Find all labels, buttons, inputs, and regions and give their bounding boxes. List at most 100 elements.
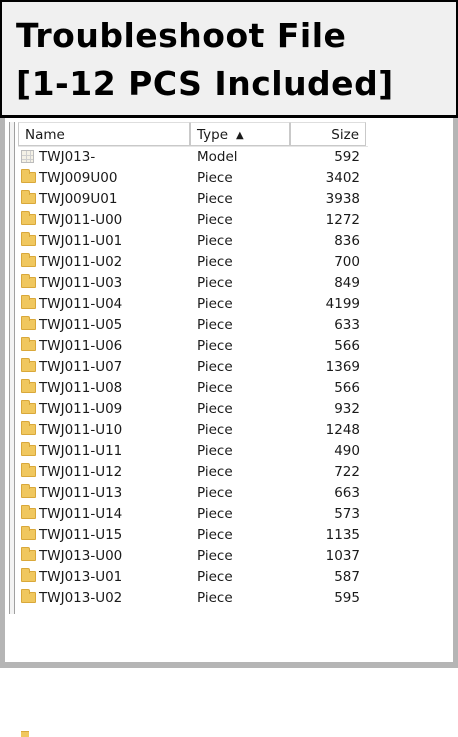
column-header-name[interactable]: Name xyxy=(18,122,190,146)
file-name: TWJ009U00 xyxy=(39,170,118,186)
folder-icon xyxy=(21,379,36,393)
banner-subtitle: [1-12 PCS Included] xyxy=(16,64,394,103)
file-size: 1135 xyxy=(325,527,360,543)
file-row[interactable]: TWJ013- Model 592 xyxy=(18,147,368,168)
file-row[interactable]: TWJ011-U11 Piece 490 xyxy=(18,441,368,462)
file-name: TWJ011-U12 xyxy=(39,464,123,480)
file-row[interactable]: TWJ011-U14 Piece 573 xyxy=(18,504,368,525)
file-row[interactable]: TWJ013-U00 Piece 1037 xyxy=(18,546,368,567)
file-row[interactable]: TWJ011-U02 Piece 700 xyxy=(18,252,368,273)
banner-title: Troubleshoot File xyxy=(16,16,347,55)
file-name: TWJ009U01 xyxy=(39,191,118,207)
folder-icon xyxy=(21,421,36,435)
file-row[interactable]: TWJ011-U00 Piece 1272 xyxy=(18,210,368,231)
folder-icon xyxy=(21,547,36,561)
file-name: TWJ011-U04 xyxy=(39,296,123,312)
file-type: Piece xyxy=(197,212,233,228)
file-size: 490 xyxy=(334,443,360,459)
file-size: 587 xyxy=(334,569,360,585)
file-size: 1037 xyxy=(325,548,360,564)
file-row[interactable]: TWJ011-U13 Piece 663 xyxy=(18,483,368,504)
file-row[interactable]: TWJ013-U01 Piece 587 xyxy=(18,567,368,588)
title-banner: Troubleshoot File [1-12 PCS Included] xyxy=(0,0,458,118)
file-name: TWJ011-U03 xyxy=(39,275,123,291)
file-row[interactable]: TWJ013-U02 Piece 595 xyxy=(18,588,368,609)
file-row[interactable]: TWJ011-U01 Piece 836 xyxy=(18,231,368,252)
folder-icon xyxy=(21,337,36,351)
file-size: 1248 xyxy=(325,422,360,438)
file-type: Model xyxy=(197,149,238,165)
model-icon xyxy=(21,150,34,163)
file-row[interactable]: TWJ009U01 Piece 3938 xyxy=(18,189,368,210)
folder-icon xyxy=(21,484,36,498)
file-row[interactable]: TWJ011-U04 Piece 4199 xyxy=(18,294,368,315)
file-type: Piece xyxy=(197,569,233,585)
file-type: Piece xyxy=(197,275,233,291)
file-type: Piece xyxy=(197,401,233,417)
sort-ascending-icon: ▲ xyxy=(236,130,244,141)
file-row[interactable]: TWJ011-U08 Piece 566 xyxy=(18,378,368,399)
file-type: Piece xyxy=(197,254,233,270)
file-row[interactable]: TWJ011-U06 Piece 566 xyxy=(18,336,368,357)
file-size: 836 xyxy=(334,233,360,249)
file-type: Piece xyxy=(197,170,233,186)
folder-icon xyxy=(21,169,36,183)
column-header-type[interactable]: Type ▲ xyxy=(190,122,290,146)
file-size: 595 xyxy=(334,590,360,606)
file-name: TWJ013-U02 xyxy=(39,590,123,606)
column-header-name-label: Name xyxy=(25,127,65,143)
file-row[interactable]: TWJ011-U09 Piece 932 xyxy=(18,399,368,420)
file-type: Piece xyxy=(197,380,233,396)
file-row[interactable]: TWJ011-U15 Piece 1135 xyxy=(18,525,368,546)
file-name: TWJ011-U08 xyxy=(39,380,123,396)
file-name: TWJ011-U11 xyxy=(39,443,123,459)
folder-icon xyxy=(21,589,36,603)
file-size: 932 xyxy=(334,401,360,417)
file-name: TWJ011-U09 xyxy=(39,401,123,417)
file-type: Piece xyxy=(197,317,233,333)
folder-icon xyxy=(21,358,36,372)
file-name: TWJ013- xyxy=(39,149,96,165)
file-row[interactable]: TWJ011-U12 Piece 722 xyxy=(18,462,368,483)
file-name: TWJ013-U00 xyxy=(39,548,123,564)
file-type: Piece xyxy=(197,296,233,312)
file-type: Piece xyxy=(197,485,233,501)
file-name: TWJ011-U06 xyxy=(39,338,123,354)
column-header-type-label: Type xyxy=(197,127,229,143)
file-size: 573 xyxy=(334,506,360,522)
file-row[interactable]: TWJ011-U07 Piece 1369 xyxy=(18,357,368,378)
folder-icon xyxy=(21,316,36,330)
file-name: TWJ011-U13 xyxy=(39,485,123,501)
file-size: 592 xyxy=(334,149,360,165)
file-type: Piece xyxy=(197,338,233,354)
file-type: Piece xyxy=(197,464,233,480)
file-name: TWJ011-U01 xyxy=(39,233,123,249)
file-name: TWJ011-U05 xyxy=(39,317,123,333)
folder-icon xyxy=(21,232,36,246)
file-size: 722 xyxy=(334,464,360,480)
file-size: 3938 xyxy=(325,191,360,207)
folder-icon xyxy=(21,253,36,267)
column-header-size-label: Size xyxy=(331,127,359,143)
folder-icon xyxy=(21,211,36,225)
file-row[interactable]: TWJ009U00 Piece 3402 xyxy=(18,168,368,189)
column-header-size[interactable]: Size xyxy=(290,122,366,146)
file-size: 4199 xyxy=(325,296,360,312)
file-row[interactable]: TWJ011-U10 Piece 1248 xyxy=(18,420,368,441)
file-name: TWJ011-U07 xyxy=(39,359,123,375)
file-size: 566 xyxy=(334,338,360,354)
folder-icon xyxy=(21,463,36,477)
file-size: 663 xyxy=(334,485,360,501)
file-type: Piece xyxy=(197,191,233,207)
file-name: TWJ011-U10 xyxy=(39,422,123,438)
folder-icon xyxy=(21,526,36,540)
column-header-row: Name Type ▲ Size xyxy=(18,122,368,147)
file-size: 849 xyxy=(334,275,360,291)
file-rows: TWJ013- Model 592 TWJ009U00 Piece 3402 T… xyxy=(18,147,368,609)
file-name: TWJ013-U01 xyxy=(39,569,123,585)
file-name: TWJ011-U14 xyxy=(39,506,123,522)
file-type: Piece xyxy=(197,548,233,564)
file-row[interactable]: TWJ011-U05 Piece 633 xyxy=(18,315,368,336)
file-row[interactable]: TWJ011-U03 Piece 849 xyxy=(18,273,368,294)
left-splitter[interactable] xyxy=(9,122,15,614)
